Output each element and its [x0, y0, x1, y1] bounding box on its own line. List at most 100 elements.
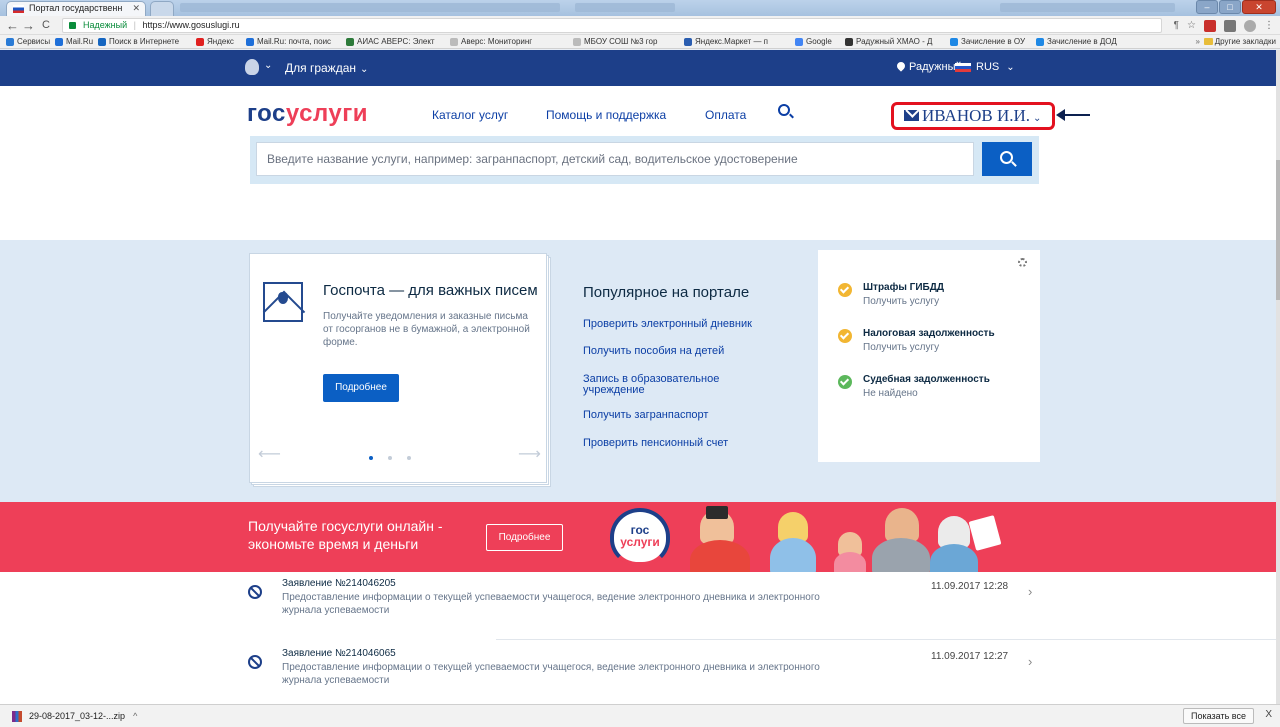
- gear-icon[interactable]: [1018, 258, 1027, 267]
- envelope-icon: [904, 110, 919, 121]
- carousel-dot[interactable]: [407, 456, 411, 460]
- extension-icon[interactable]: [1224, 19, 1236, 32]
- bookmark-item[interactable]: Зачисление в ОУ: [950, 35, 1025, 48]
- secure-label: Надежный: [83, 20, 128, 30]
- popular-link[interactable]: Проверить электронный дневник: [583, 319, 763, 330]
- bookmark-item[interactable]: Mail.Ru: [55, 35, 93, 48]
- nav-help[interactable]: Помощь и поддержка: [546, 108, 666, 122]
- check-circle-icon: [838, 283, 852, 297]
- region-selector[interactable]: Радужный: [895, 60, 962, 73]
- user-menu[interactable]: ИВАНОВ И.И. ⌄: [891, 102, 1055, 130]
- popular-link[interactable]: Получить загранпаспорт: [583, 410, 763, 421]
- search-icon[interactable]: [778, 104, 790, 116]
- extension-icon[interactable]: [1244, 19, 1256, 32]
- maximize-icon[interactable]: □: [1219, 0, 1241, 14]
- minimize-icon[interactable]: –: [1196, 0, 1218, 14]
- menu-dots-icon[interactable]: ⋮: [1264, 20, 1274, 31]
- address-bar[interactable]: Надежный | https://www.gosuslugi.ru: [62, 18, 1162, 33]
- chevron-down-icon[interactable]: ⌄: [264, 60, 272, 71]
- bookmark-item[interactable]: Радужный ХМАО - Д: [845, 35, 932, 48]
- search-button[interactable]: [982, 142, 1032, 176]
- reload-icon[interactable]: C: [42, 18, 50, 33]
- card-details-button[interactable]: Подробнее: [323, 374, 399, 402]
- page-scrollbar[interactable]: [1276, 50, 1280, 704]
- carousel-dot[interactable]: [388, 456, 392, 460]
- info-status: Получить услугу: [863, 296, 940, 307]
- show-all-downloads-button[interactable]: Показать все: [1183, 708, 1254, 724]
- back-arrow-icon[interactable]: ←: [6, 18, 19, 33]
- nav-catalog[interactable]: Каталог услуг: [432, 108, 508, 122]
- phone-illustration: [706, 506, 728, 519]
- language-selector[interactable]: RUS ⌄: [955, 61, 1015, 73]
- address-separator: |: [133, 20, 137, 30]
- list-item[interactable]: Заявление №214046065 Предоставление инфо…: [248, 642, 1040, 704]
- blurred-tab-area: [180, 3, 560, 12]
- bookmark-item[interactable]: Google: [795, 35, 832, 48]
- list-item[interactable]: Заявление №214046205 Предоставление инфо…: [248, 572, 1280, 640]
- window-close-icon[interactable]: ✕: [1242, 0, 1276, 14]
- application-title: Заявление №214046065: [282, 648, 396, 659]
- close-shelf-icon[interactable]: X: [1265, 709, 1272, 720]
- chevron-up-icon[interactable]: ^: [133, 711, 137, 721]
- cancelled-status-icon: [248, 655, 262, 669]
- check-circle-icon: [838, 329, 852, 343]
- bookmark-item[interactable]: Сервисы: [6, 35, 50, 48]
- carousel-dot[interactable]: [369, 456, 373, 460]
- bookmark-item[interactable]: МБОУ СОШ №3 гор: [573, 35, 657, 48]
- extension-icon[interactable]: [1204, 19, 1216, 32]
- bookmarks-overflow-button[interactable]: »: [1196, 35, 1200, 48]
- bookmark-item[interactable]: АИАС АВЕРС: Элект: [346, 35, 435, 48]
- bookmark-item[interactable]: Mail.Ru: почта, поис: [246, 35, 331, 48]
- omnibar: ← → C Надежный | https://www.gosuslugi.r…: [0, 16, 1280, 35]
- application-description: Предоставление информации о текущей успе…: [282, 592, 820, 616]
- popular-link[interactable]: Получить пособия на детей: [583, 346, 763, 357]
- carousel-next-arrow-icon[interactable]: ⟶: [518, 444, 541, 464]
- service-search-input[interactable]: Введите название услуги, например: загра…: [256, 142, 974, 176]
- top-bar: ⌄ Для граждан ⌄ Радужный RUS ⌄: [0, 50, 1280, 86]
- chevron-right-icon[interactable]: ›: [1028, 584, 1032, 599]
- chevron-right-icon[interactable]: ›: [1028, 654, 1032, 669]
- person-illustration: [834, 552, 866, 572]
- bookmark-item[interactable]: Яндекс: [196, 35, 234, 48]
- promo-details-button[interactable]: Подробнее: [486, 524, 563, 551]
- newspaper-illustration: [968, 515, 1002, 551]
- browser-tab-inactive[interactable]: [150, 1, 174, 16]
- search-band: Введите название услуги, например: загра…: [250, 136, 1039, 184]
- nav-payment[interactable]: Оплата: [705, 108, 746, 122]
- tab-close-icon[interactable]: ✕: [132, 2, 140, 15]
- lock-icon: [69, 22, 76, 29]
- language-label: RUS: [976, 61, 1000, 73]
- annotation-arrow: [1056, 109, 1090, 121]
- audience-dropdown[interactable]: Для граждан ⌄: [285, 61, 368, 75]
- logo-gos: гос: [247, 100, 286, 127]
- promo-banner: Получайте госуслуги онлайн - экономьте в…: [0, 502, 1280, 572]
- promo-text: Получайте госуслуги онлайн - экономьте в…: [248, 518, 443, 552]
- popular-link[interactable]: Проверить пенсионный счет: [583, 438, 763, 449]
- gosuslugi-logo[interactable]: госуслуги: [247, 100, 368, 128]
- bookmark-item[interactable]: Зачисление в ДОД: [1036, 35, 1117, 48]
- translate-icon[interactable]: ¶: [1174, 20, 1179, 31]
- bookmark-item[interactable]: Аверс: Мониторинг: [450, 35, 532, 48]
- check-circle-icon: [838, 375, 852, 389]
- browser-tab-active[interactable]: Портал государственн ✕: [6, 1, 146, 16]
- hero-section: Госпочта — для важных писем Получайте ув…: [0, 240, 1280, 502]
- bookmark-item[interactable]: Поиск в Интернете: [98, 35, 179, 48]
- web-page: ⌄ Для граждан ⌄ Радужный RUS ⌄ госуслуги …: [0, 50, 1280, 704]
- scrollbar-thumb[interactable]: [1276, 160, 1280, 300]
- debts-info-card: Штрафы ГИБДД Получить услугу Налоговая з…: [818, 250, 1040, 462]
- russian-flag-favicon-icon: [13, 5, 24, 13]
- coat-of-arms-icon[interactable]: [245, 59, 259, 75]
- logo-uslugi: услуги: [285, 100, 368, 127]
- divider: [496, 639, 1280, 640]
- star-icon[interactable]: ☆: [1187, 20, 1196, 31]
- bookmark-item[interactable]: Яндекс.Маркет — п: [684, 35, 768, 48]
- carousel-dots: [369, 456, 411, 460]
- person-illustration: [690, 540, 750, 572]
- other-bookmarks[interactable]: Другие закладки: [1203, 35, 1276, 48]
- popular-link[interactable]: Запись в образовательное учреждение: [583, 374, 763, 396]
- forward-arrow-icon[interactable]: →: [22, 18, 35, 33]
- download-item[interactable]: 29-08-2017_03-12-...zip ^: [12, 709, 137, 723]
- carousel-prev-arrow-icon[interactable]: ⟵: [258, 444, 281, 464]
- applications-list: Заявление №214046205 Предоставление инфо…: [0, 572, 1280, 704]
- info-status: Не найдено: [863, 388, 918, 399]
